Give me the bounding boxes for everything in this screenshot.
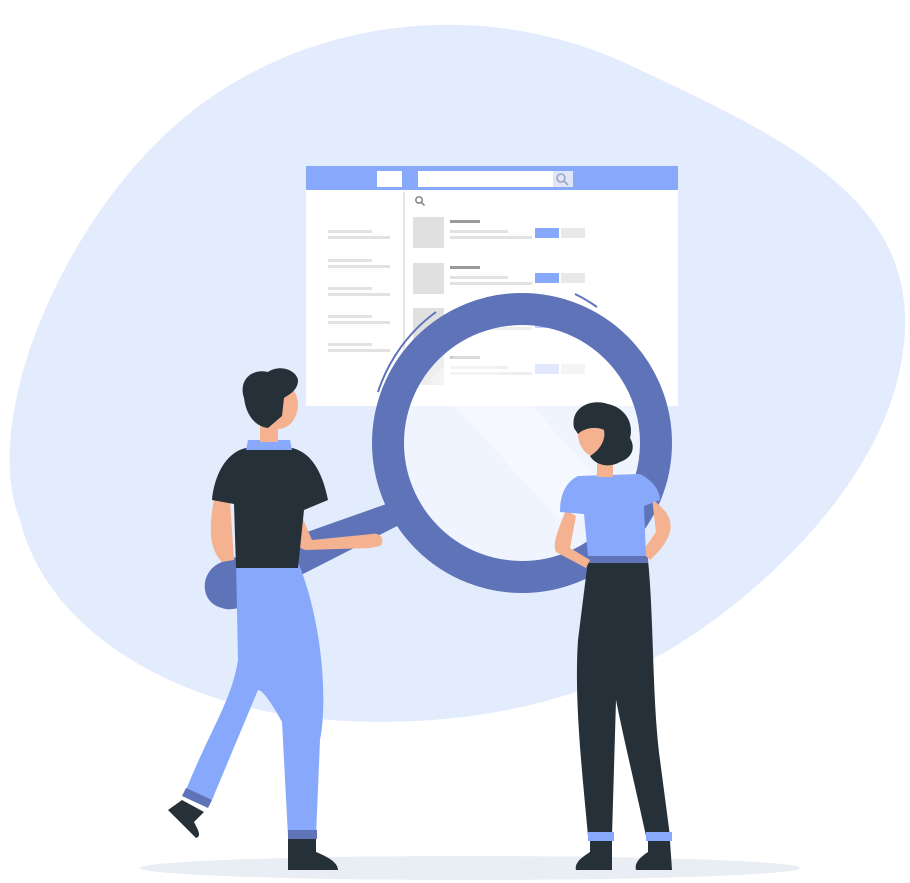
sidebar-item (328, 315, 372, 318)
sidebar-item (328, 287, 372, 290)
ground-shadow (140, 856, 800, 880)
sidebar-item (328, 259, 372, 262)
window-tab (377, 171, 402, 187)
sidebar-item (328, 230, 372, 233)
sidebar-item (328, 343, 372, 346)
toolbar-search-bar (418, 171, 573, 187)
man-shoe (168, 800, 204, 838)
man-shoe (288, 839, 338, 870)
woman-shoe (635, 841, 672, 870)
woman-shoe (575, 841, 612, 870)
search-illustration (9, 24, 906, 880)
